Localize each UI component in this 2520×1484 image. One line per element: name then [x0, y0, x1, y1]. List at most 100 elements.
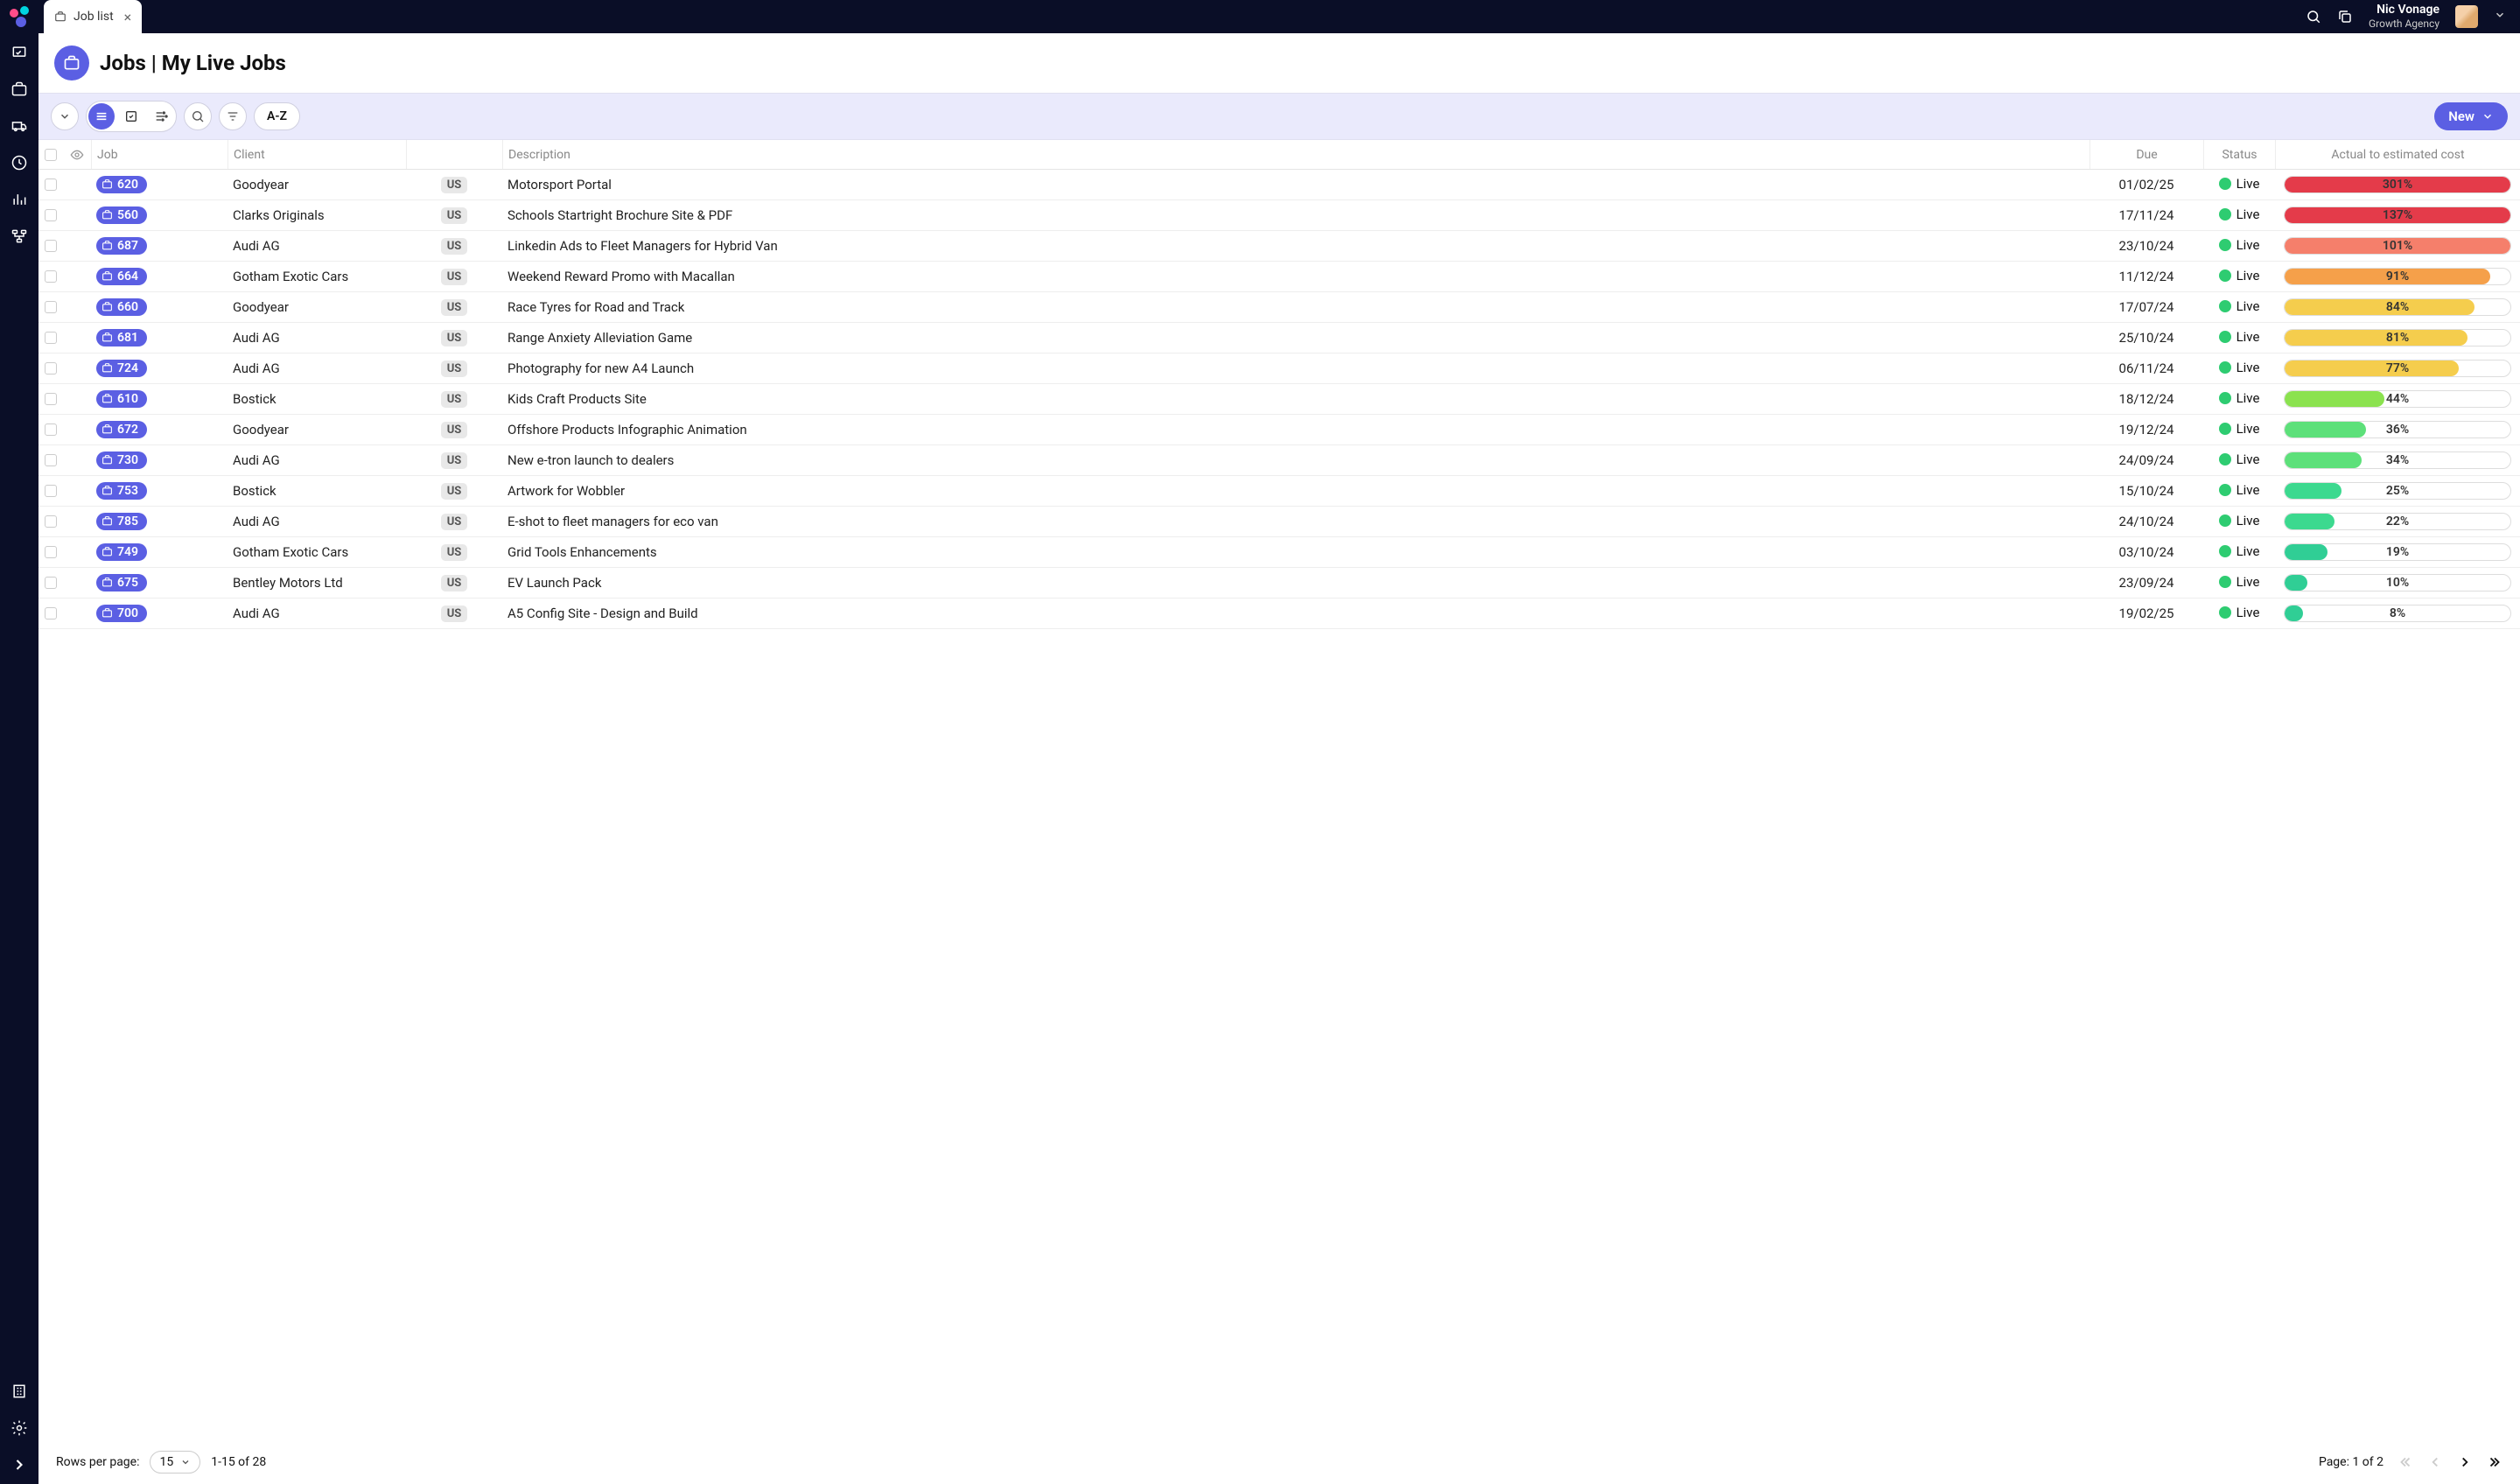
table-row[interactable]: 610 Bostick US Kids Craft Products Site … — [38, 384, 2520, 415]
job-pill[interactable]: 610 — [96, 390, 147, 408]
nav-dashboard-icon[interactable] — [10, 44, 28, 61]
app-logo-icon — [7, 4, 32, 29]
status-dot-icon — [2219, 178, 2231, 190]
cost-percent: 19% — [2386, 545, 2409, 559]
cost-progress: 34% — [2284, 452, 2511, 469]
job-pill[interactable]: 664 — [96, 268, 147, 285]
search-button[interactable] — [184, 102, 212, 130]
nav-delivery-icon[interactable] — [10, 117, 28, 135]
prev-page-button[interactable] — [2427, 1454, 2443, 1470]
cost-progress: 19% — [2284, 543, 2511, 561]
table-row[interactable]: 724 Audi AG US Photography for new A4 La… — [38, 354, 2520, 384]
client-name: Bostick — [233, 391, 276, 407]
country-badge: US — [441, 422, 468, 438]
row-checkbox[interactable] — [45, 485, 57, 497]
due-date: 19/02/25 — [2119, 606, 2174, 621]
job-pill[interactable]: 620 — [96, 176, 147, 193]
table-row[interactable]: 681 Audi AG US Range Anxiety Alleviation… — [38, 323, 2520, 354]
col-job: Job — [97, 148, 118, 162]
table-row[interactable]: 664 Gotham Exotic Cars US Weekend Reward… — [38, 262, 2520, 292]
chevron-down-icon[interactable] — [2494, 9, 2506, 24]
job-pill[interactable]: 675 — [96, 574, 147, 592]
first-page-button[interactable] — [2398, 1454, 2413, 1470]
table-row[interactable]: 753 Bostick US Artwork for Wobbler 15/10… — [38, 476, 2520, 507]
cost-percent: 137% — [2383, 208, 2412, 222]
table-row[interactable]: 749 Gotham Exotic Cars US Grid Tools Enh… — [38, 537, 2520, 568]
job-number: 681 — [117, 331, 138, 345]
row-checkbox[interactable] — [45, 393, 57, 405]
job-pill[interactable]: 672 — [96, 421, 147, 438]
job-number: 687 — [117, 239, 138, 253]
row-checkbox[interactable] — [45, 178, 57, 191]
job-pill[interactable]: 785 — [96, 513, 147, 530]
row-checkbox[interactable] — [45, 362, 57, 374]
row-checkbox[interactable] — [45, 546, 57, 558]
table-row[interactable]: 660 Goodyear US Race Tyres for Road and … — [38, 292, 2520, 323]
job-pill[interactable]: 730 — [96, 452, 147, 469]
job-pill[interactable]: 700 — [96, 605, 147, 622]
nav-time-icon[interactable] — [10, 154, 28, 172]
job-pill[interactable]: 753 — [96, 482, 147, 500]
row-checkbox[interactable] — [45, 240, 57, 252]
nav-jobs-icon[interactable] — [10, 80, 28, 98]
cost-progress: 25% — [2284, 482, 2511, 500]
row-checkbox[interactable] — [45, 332, 57, 344]
close-icon[interactable]: × — [124, 9, 132, 25]
job-pill[interactable]: 724 — [96, 360, 147, 377]
table-row[interactable]: 620 Goodyear US Motorsport Portal 01/02/… — [38, 170, 2520, 200]
filter-button[interactable] — [219, 102, 247, 130]
job-description: Linkedin Ads to Fleet Managers for Hybri… — [508, 238, 778, 254]
nav-company-icon[interactable] — [10, 1382, 28, 1400]
table-row[interactable]: 785 Audi AG US E-shot to fleet managers … — [38, 507, 2520, 537]
collapse-button[interactable] — [51, 102, 79, 130]
job-pill[interactable]: 560 — [96, 206, 147, 224]
status-label: Live — [2236, 605, 2260, 620]
range-label: 1-15 of 28 — [211, 1455, 266, 1469]
briefcase-icon — [102, 209, 113, 220]
nav-settings-icon[interactable] — [10, 1419, 28, 1437]
last-page-button[interactable] — [2487, 1454, 2502, 1470]
view-list-button[interactable] — [88, 103, 115, 130]
chevrons-right-icon — [2487, 1454, 2502, 1470]
row-checkbox[interactable] — [45, 577, 57, 589]
chevron-down-icon — [2482, 110, 2494, 122]
table-row[interactable]: 675 Bentley Motors Ltd US EV Launch Pack… — [38, 568, 2520, 598]
eye-icon[interactable] — [70, 148, 84, 162]
job-pill[interactable]: 681 — [96, 329, 147, 346]
sort-button[interactable]: A-Z — [254, 102, 300, 130]
tab-job-list[interactable]: Job list × — [44, 0, 142, 33]
copy-icon[interactable] — [2337, 9, 2353, 24]
view-board-button[interactable] — [118, 103, 144, 130]
job-pill[interactable]: 660 — [96, 298, 147, 316]
page-size-select[interactable]: 15 — [150, 1451, 200, 1474]
search-icon[interactable] — [2306, 9, 2321, 24]
due-date: 24/10/24 — [2119, 514, 2174, 529]
next-page-button[interactable] — [2457, 1454, 2473, 1470]
table-row[interactable]: 672 Goodyear US Offshore Products Infogr… — [38, 415, 2520, 445]
job-pill[interactable]: 687 — [96, 237, 147, 255]
rows-per-page-label: Rows per page: — [56, 1455, 139, 1469]
table-row[interactable]: 687 Audi AG US Linkedin Ads to Fleet Man… — [38, 231, 2520, 262]
job-pill[interactable]: 749 — [96, 543, 147, 561]
table-row[interactable]: 730 Audi AG US New e-tron launch to deal… — [38, 445, 2520, 476]
cost-progress: 77% — [2284, 360, 2511, 377]
nav-workflow-icon[interactable] — [10, 228, 28, 245]
row-checkbox[interactable] — [45, 301, 57, 313]
row-checkbox[interactable] — [45, 424, 57, 436]
new-button[interactable]: New — [2434, 102, 2508, 130]
select-all-checkbox[interactable] — [45, 149, 57, 161]
row-checkbox[interactable] — [45, 209, 57, 221]
cost-percent: 91% — [2386, 270, 2409, 284]
table-row[interactable]: 560 Clarks Originals US Schools Startrig… — [38, 200, 2520, 231]
status-label: Live — [2236, 513, 2260, 528]
avatar[interactable] — [2455, 5, 2478, 28]
row-checkbox[interactable] — [45, 454, 57, 466]
row-checkbox[interactable] — [45, 270, 57, 283]
nav-expand-icon[interactable] — [10, 1456, 28, 1474]
row-checkbox[interactable] — [45, 607, 57, 620]
row-checkbox[interactable] — [45, 515, 57, 528]
table-row[interactable]: 700 Audi AG US A5 Config Site - Design a… — [38, 598, 2520, 629]
view-timeline-button[interactable] — [148, 103, 174, 130]
job-description: Photography for new A4 Launch — [508, 360, 694, 376]
nav-reports-icon[interactable] — [10, 191, 28, 208]
